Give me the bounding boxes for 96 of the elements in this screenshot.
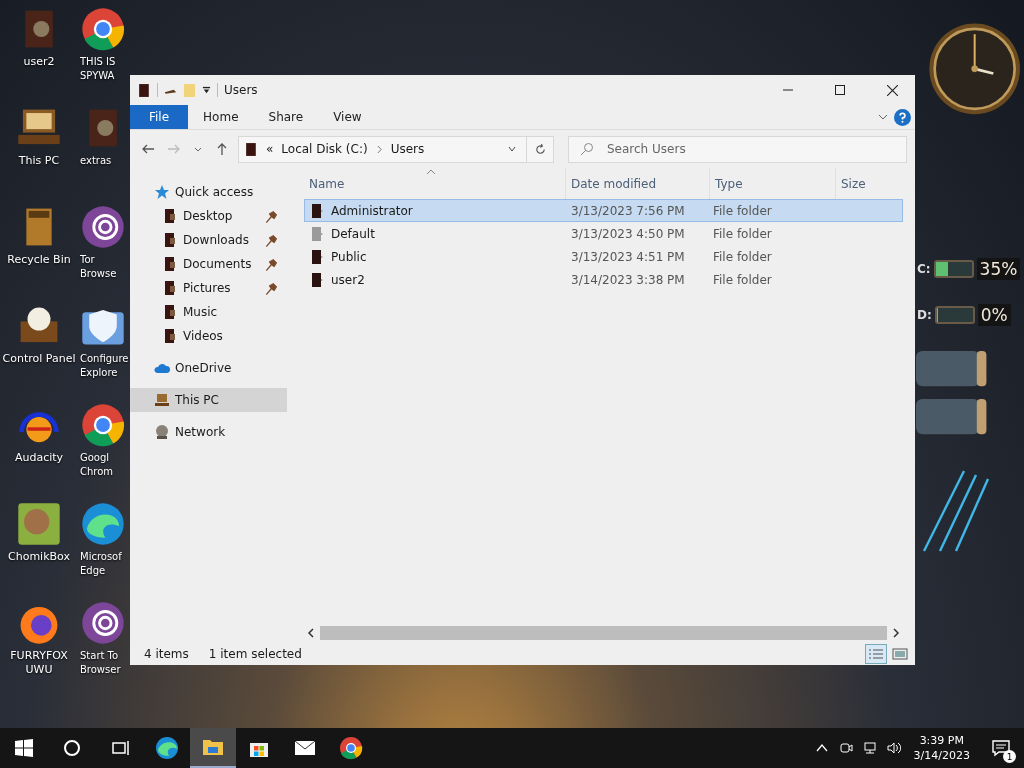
ribbon-tab[interactable]: View (318, 105, 377, 129)
search-field[interactable]: Search Users (568, 135, 907, 163)
task-view-icon[interactable] (110, 738, 130, 758)
file-name: Administrator (331, 203, 413, 218)
notification-count: 1 (1003, 750, 1016, 763)
search-circle-icon[interactable] (62, 738, 82, 758)
drive-gauge (933, 260, 974, 278)
file-row[interactable]: Public 3/13/2023 4:51 PM File folder (304, 245, 903, 268)
drive-label: C: (917, 262, 931, 276)
onion-logo-icon[interactable] (80, 204, 126, 250)
nav-item[interactable]: Music (130, 300, 287, 324)
network-icon (154, 424, 170, 440)
desktop-icon-label: Start To Browser (80, 649, 122, 677)
camera-icon[interactable] (838, 741, 853, 755)
picture-icon (892, 648, 908, 660)
file-type: File folder (713, 203, 772, 218)
nav-item[interactable]: OneDrive (130, 356, 287, 380)
nav-item[interactable]: Desktop (130, 204, 287, 228)
column-header[interactable]: Size (836, 168, 901, 199)
date-modified: 3/13/2023 7:56 PM (571, 203, 685, 218)
desktop-icon-label: Configure Explore (80, 352, 130, 380)
hamster-icon[interactable] (16, 501, 62, 547)
notification-button[interactable]: 1 (978, 728, 1024, 768)
onion-logo-icon[interactable] (80, 600, 126, 646)
file-name: user2 (331, 272, 365, 287)
file-row[interactable]: user2 3/14/2023 3:38 PM File folder (304, 268, 903, 291)
nav-item[interactable]: Downloads (130, 228, 287, 252)
address-bar[interactable]: « Local Disk (C:) Users (238, 135, 527, 163)
dropdown-icon[interactable] (202, 85, 211, 95)
file-row[interactable]: Administrator 3/13/2023 7:56 PM File folder (304, 199, 903, 222)
desktop-icon-label: This PC (17, 154, 61, 168)
desktop-icon-label: Control Panel (1, 352, 77, 366)
ribbon-tab[interactable]: File (130, 105, 189, 129)
refresh-icon (533, 142, 547, 156)
nav-item[interactable]: Quick access (130, 180, 287, 204)
star-icon (154, 184, 170, 200)
speaker-icon[interactable] (886, 741, 901, 755)
drive-percent: 35% (976, 258, 1021, 280)
nav-item[interactable]: Videos (130, 324, 287, 348)
ribbon-tab[interactable]: Home (188, 105, 254, 129)
computer-icon (154, 392, 170, 408)
desktop-icon-label: extras (80, 154, 113, 168)
desktop-icon-label: FURRYFOX UWU (9, 649, 69, 677)
selection-count: 1 item selected (208, 647, 302, 661)
ribbon-tab[interactable]: Share (253, 105, 319, 129)
desktop-icon-label: Audacity (13, 451, 65, 465)
desktop-icon-label: Microsof Edge (80, 550, 123, 578)
maximize-icon (835, 85, 845, 95)
search-icon (580, 141, 594, 156)
scroll-right-icon[interactable] (892, 627, 900, 638)
desktop-icon-label: Googl Chrom (80, 451, 115, 479)
file-type: File folder (713, 226, 772, 241)
chevron-right-icon[interactable] (375, 144, 383, 154)
date-modified: 3/13/2023 4:50 PM (571, 226, 685, 241)
clock-button[interactable]: 3:39 PM 3/14/2023 (905, 733, 978, 763)
drive-percent: 0% (977, 304, 1011, 326)
network-icon[interactable] (862, 741, 877, 755)
browser-logo-icon[interactable] (80, 6, 126, 52)
nav-item[interactable]: Documents (130, 252, 287, 276)
expand-ribbon-icon[interactable] (878, 112, 888, 122)
file-row[interactable]: Default 3/13/2023 4:50 PM File folder (304, 222, 903, 245)
nav-item[interactable]: This PC (130, 388, 287, 412)
file-name: Public (331, 249, 367, 264)
file-type: File folder (713, 272, 772, 287)
scroll-left-icon[interactable] (307, 627, 315, 638)
desktop-icon-label: Recycle Bin (6, 253, 72, 267)
browser-logo-icon[interactable] (80, 402, 126, 448)
sort-caret-icon[interactable] (426, 169, 436, 175)
help-icon[interactable] (894, 108, 911, 126)
date-modified: 3/13/2023 4:51 PM (571, 249, 685, 264)
refresh-button[interactable] (526, 135, 554, 163)
windows-logo-icon[interactable] (14, 738, 34, 758)
drive-label: D: (917, 308, 932, 322)
breadcrumb[interactable]: Users (390, 142, 425, 156)
wave-logo-icon[interactable] (80, 501, 126, 547)
path-overflow[interactable]: « (266, 142, 274, 156)
close-icon (886, 84, 898, 96)
scrollbar-thumb[interactable] (320, 625, 887, 640)
breadcrumb[interactable]: Local Disk (C:) (281, 142, 368, 156)
list-icon (868, 648, 884, 660)
chevron-down-icon[interactable] (507, 144, 517, 154)
up-arrow-icon[interactable] (215, 142, 229, 156)
desktop-icon-label: Tor Browse (80, 253, 118, 281)
desktop-icon-label: THIS IS SPYWA (80, 55, 117, 83)
desktop-icon-label: ChomikBox (7, 550, 71, 564)
nav-item[interactable]: Pictures (130, 276, 287, 300)
item-count: 4 items (144, 647, 189, 661)
window-title: Users (224, 83, 258, 97)
desktop-icon-label: user2 (22, 55, 56, 69)
file-name: Default (331, 226, 375, 241)
nav-item[interactable]: Network (130, 420, 287, 444)
file-type: File folder (713, 249, 772, 264)
drive-gauge (934, 306, 975, 324)
back-arrow-icon[interactable] (141, 142, 155, 156)
date-modified: 3/14/2023 3:38 PM (571, 272, 685, 287)
message-icon (991, 738, 1011, 758)
